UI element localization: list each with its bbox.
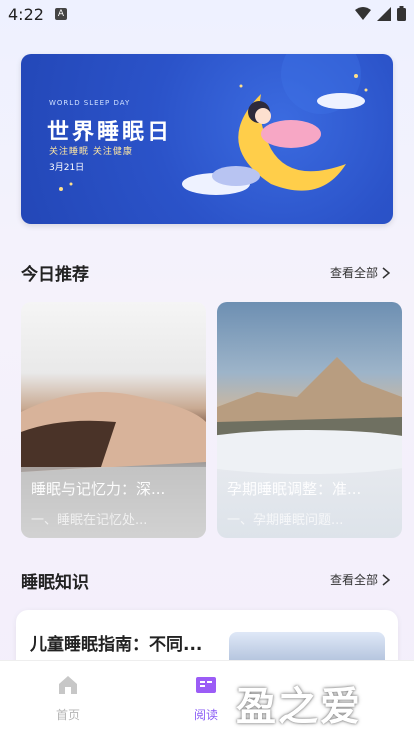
card-summary: 一、睡眠在记忆处... [31,513,148,528]
knowledge-section-title: 睡眠知识 [21,573,89,593]
banner-title: 世界睡眠日 [47,120,173,145]
tab-home[interactable]: 首页 [23,673,113,723]
chevron-right-icon [382,573,390,586]
recommend-view-all-label: 查看全部 [329,266,378,280]
card-caption: 孕期睡眠调整：准... 一、孕期睡眠问题... [227,478,392,528]
wifi-icon [355,6,371,20]
status-time: 4:22 [8,5,44,24]
book-icon [196,677,216,693]
card-caption: 睡眠与记忆力：深... 一、睡眠在记忆处... [31,478,196,528]
watermark-logo: 盈之爱 [236,684,362,730]
article-title: 儿童睡眠指南：不同... [30,635,203,655]
banner-date: 3月21日 [49,163,85,173]
battery-icon [397,6,406,21]
knowledge-view-all-link[interactable]: 查看全部 [330,571,390,588]
card-summary: 一、孕期睡眠问题... [227,513,344,528]
status-bar: 4:22 A [0,0,414,28]
tab-home-label: 首页 [55,708,80,722]
knowledge-view-all-label: 查看全部 [329,573,378,587]
home-icon [59,676,77,694]
chevron-right-icon [382,266,390,279]
recommend-section-title: 今日推荐 [21,265,89,285]
recommend-view-all-link[interactable]: 查看全部 [330,264,390,281]
signal-icon [377,6,391,21]
card-title: 孕期睡眠调整：准... [227,480,362,498]
recommend-card[interactable]: 睡眠与记忆力：深... 一、睡眠在记忆处... [21,302,206,538]
status-icons [355,6,406,21]
banner-slogan: 关注睡眠 关注健康 [49,147,133,157]
world-sleep-day-banner[interactable]: WORLD SLEEP DAY 世界睡眠日 关注睡眠 关注健康 3月21日 [21,54,393,224]
banner-subtitle: WORLD SLEEP DAY [49,99,131,107]
recommend-card[interactable]: 孕期睡眠调整：准... 一、孕期睡眠问题... [217,302,402,538]
notification-icon: A [55,8,67,20]
card-title: 睡眠与记忆力：深... [31,480,166,498]
